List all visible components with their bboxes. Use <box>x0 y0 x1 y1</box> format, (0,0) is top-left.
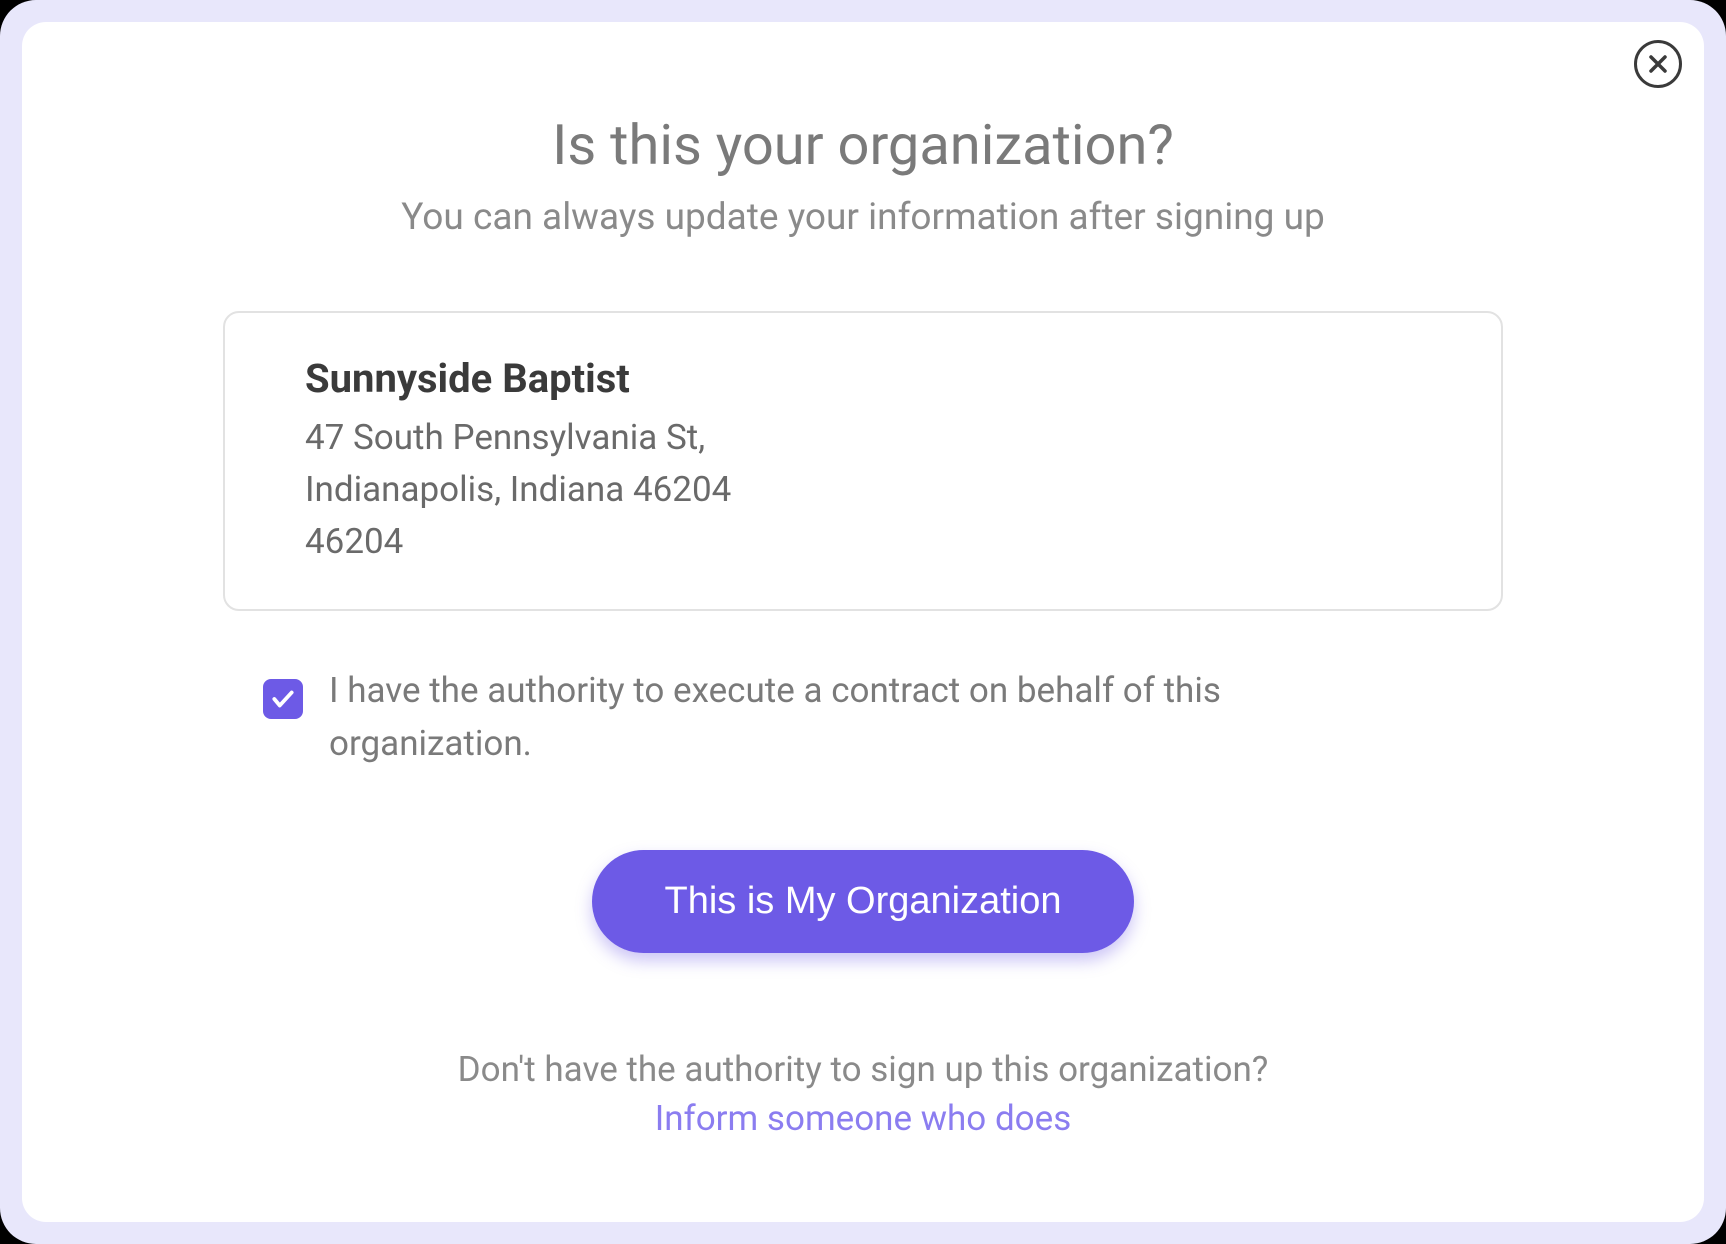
address-line-1: 47 South Pennsylvania St, <box>305 412 1441 464</box>
authority-row: I have the authority to execute a contra… <box>223 665 1503 770</box>
organization-address: 47 South Pennsylvania St, Indianapolis, … <box>305 412 1441 567</box>
authority-label: I have the authority to execute a contra… <box>329 665 1329 770</box>
close-icon <box>1646 52 1670 76</box>
modal-title: Is this your organization? <box>552 112 1174 178</box>
organization-name: Sunnyside Baptist <box>305 355 1441 402</box>
modal-subtitle: You can always update your information a… <box>401 196 1325 239</box>
address-line-3: 46204 <box>305 516 1441 568</box>
inform-someone-link[interactable]: Inform someone who does <box>655 1098 1072 1139</box>
close-button[interactable] <box>1634 40 1682 88</box>
address-line-2: Indianapolis, Indiana 46204 <box>305 464 1441 516</box>
confirm-organization-modal: Is this your organization? You can alway… <box>22 22 1704 1222</box>
checkmark-icon <box>270 686 296 712</box>
confirm-organization-button[interactable]: This is My Organization <box>592 850 1133 953</box>
organization-card: Sunnyside Baptist 47 South Pennsylvania … <box>223 311 1503 611</box>
modal-backdrop: Is this your organization? You can alway… <box>0 0 1726 1244</box>
footer-question: Don't have the authority to sign up this… <box>458 1049 1269 1090</box>
authority-checkbox[interactable] <box>263 679 303 719</box>
